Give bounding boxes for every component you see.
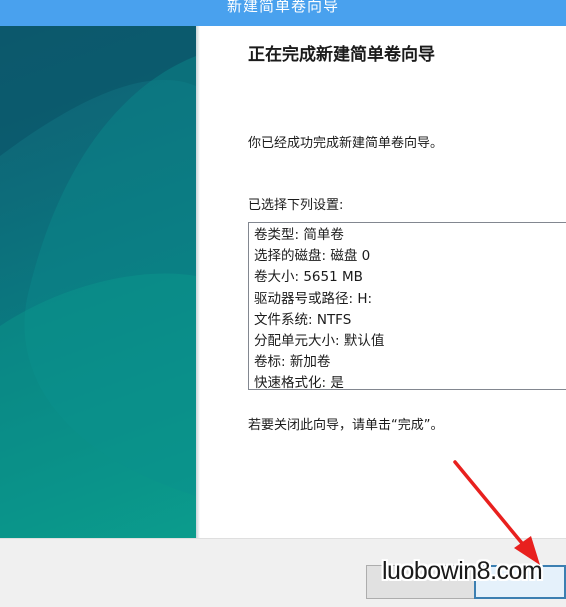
settings-label: 已选择下列设置:	[248, 198, 344, 213]
settings-item: 卷类型: 简单卷	[254, 227, 344, 243]
window-title: 新建简单卷向导	[226, 0, 339, 15]
close-hint-text: 若要关闭此向导，请单击“完成”。	[248, 418, 444, 433]
wizard-content: 正在完成新建简单卷向导 你已经成功完成新建简单卷向导。 已选择下列设置: 卷类型…	[200, 26, 566, 538]
settings-item: 快速格式化: 是	[254, 375, 344, 390]
settings-item: 文件系统: NTFS	[254, 311, 352, 328]
settings-item: 分配单元大小: 默认值	[254, 333, 385, 350]
page-title: 正在完成新建简单卷向导	[248, 45, 435, 65]
wizard-sidebar-graphic	[0, 26, 196, 538]
settings-item: 卷大小: 5651 MB	[254, 269, 363, 286]
settings-item: 卷标: 新加卷	[254, 354, 331, 371]
intro-text: 你已经成功完成新建简单卷向导。	[248, 136, 444, 151]
sidebar-wave-graphic	[0, 26, 196, 538]
watermark-text: luobowin8.com	[382, 557, 543, 585]
settings-item: 选择的磁盘: 磁盘 0	[254, 248, 371, 265]
settings-item: 驱动器号或路径: H:	[254, 290, 373, 307]
title-bar[interactable]: 新建简单卷向导	[0, 0, 566, 27]
settings-list: 卷类型: 简单卷 选择的磁盘: 磁盘 0 卷大小: 5651 MB 驱动器号或路…	[249, 223, 566, 390]
wizard-window: 新建简单卷向导 正在完成新建简单卷向导 你已经成功完成新建简单卷向导。 已选择下…	[0, 0, 566, 607]
settings-textbox[interactable]: 卷类型: 简单卷 选择的磁盘: 磁盘 0 卷大小: 5651 MB 驱动器号或路…	[248, 222, 566, 390]
